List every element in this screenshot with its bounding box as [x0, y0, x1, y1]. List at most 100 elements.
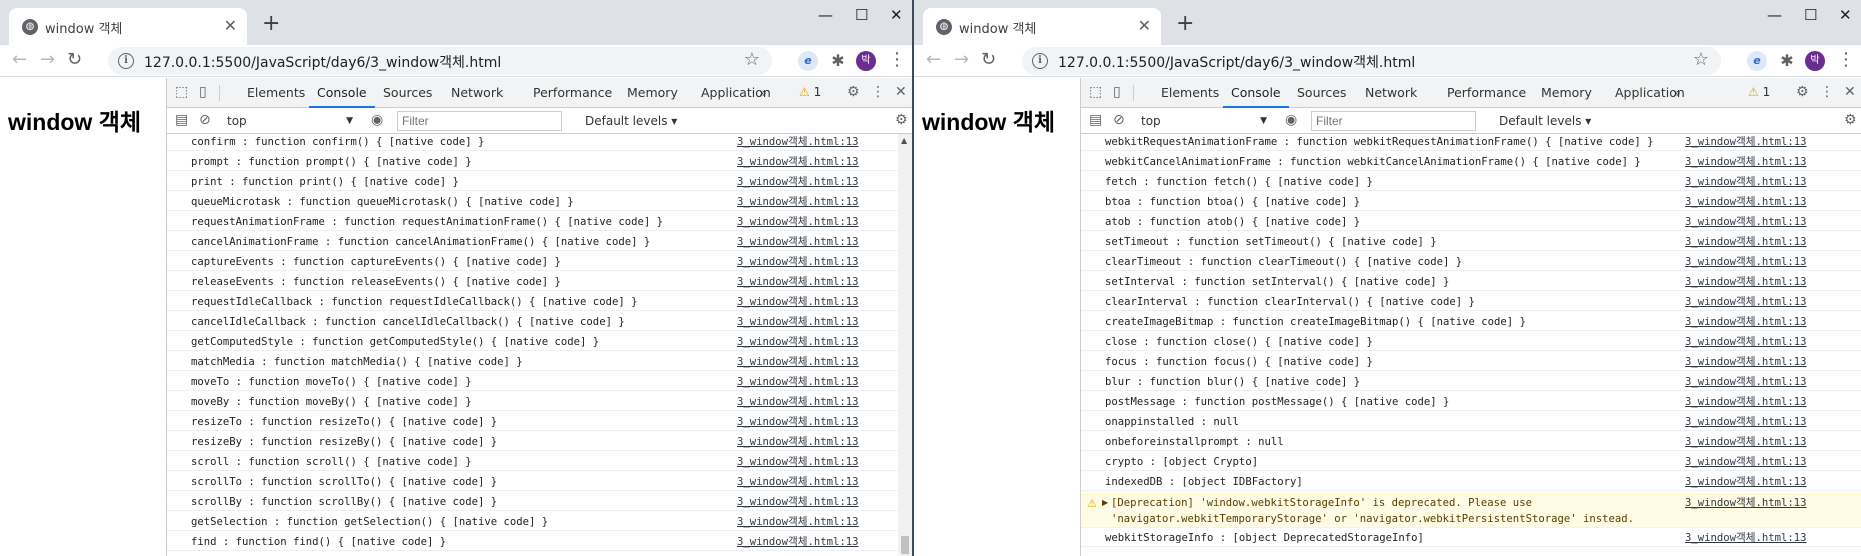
source-link[interactable]: 3_window객체.html:13	[737, 154, 859, 170]
tab-performance[interactable]: Performance	[1439, 78, 1534, 108]
source-link[interactable]: 3_window객체.html:13	[737, 514, 859, 530]
tab-network[interactable]: Network	[443, 78, 511, 108]
new-tab-button[interactable]: +	[262, 13, 280, 35]
device-toolbar-icon[interactable]: ▯	[1113, 83, 1121, 101]
source-link[interactable]: 3_window객체.html:13	[737, 234, 859, 250]
source-link[interactable]: 3_window객체.html:13	[1685, 434, 1807, 450]
close-devtools-icon[interactable]: ✕	[1844, 83, 1856, 101]
source-link[interactable]: 3_window객체.html:13	[737, 374, 859, 390]
edge-extension-icon[interactable]: e	[798, 51, 818, 71]
tab-close-icon[interactable]: ✕	[224, 17, 237, 35]
filter-input[interactable]	[397, 111, 562, 131]
devtools-menu-icon[interactable]: ⋮	[1820, 83, 1834, 101]
bookmark-star-icon[interactable]: ☆	[744, 49, 760, 71]
tab-memory[interactable]: Memory	[1533, 78, 1600, 108]
minimize-button[interactable]: —	[818, 4, 833, 26]
maximize-button[interactable]: ☐	[855, 4, 868, 26]
tab-elements[interactable]: Elements	[1153, 78, 1227, 108]
tab-close-icon[interactable]: ✕	[1138, 17, 1151, 35]
back-icon[interactable]: ←	[926, 49, 941, 71]
log-levels-select[interactable]: Default levels ▾	[585, 112, 677, 130]
puzzle-icon[interactable]: ✱	[828, 51, 848, 71]
browser-menu-icon[interactable]: ⋮	[1837, 50, 1855, 70]
source-link[interactable]: 3_window객체.html:13	[737, 134, 859, 150]
source-link[interactable]: 3_window객체.html:13	[1685, 214, 1807, 230]
source-link[interactable]: 3_window객체.html:13	[737, 454, 859, 470]
tab-console[interactable]: Console	[309, 78, 375, 108]
tab-sources[interactable]: Sources	[1289, 78, 1354, 108]
tab-memory[interactable]: Memory	[619, 78, 686, 108]
source-link[interactable]: 3_window객체.html:13	[1685, 134, 1807, 150]
browser-tab[interactable]: ◍ window 객체 ✕	[923, 8, 1161, 45]
back-icon[interactable]: ←	[12, 49, 27, 71]
source-link[interactable]: 3_window객체.html:13	[737, 414, 859, 430]
avatar[interactable]: 박	[856, 51, 876, 71]
source-link[interactable]: 3_window객체.html:13	[737, 214, 859, 230]
close-devtools-icon[interactable]: ✕	[895, 83, 907, 101]
console-sidebar-icon[interactable]: ▤	[175, 111, 188, 129]
source-link[interactable]: 3_window객체.html:13	[1685, 274, 1807, 290]
source-link[interactable]: 3_window객체.html:13	[737, 474, 859, 490]
forward-icon[interactable]: →	[954, 49, 969, 71]
settings-gear-icon[interactable]: ⚙	[1796, 83, 1809, 101]
reload-icon[interactable]: ↻	[981, 49, 996, 71]
eye-icon[interactable]: ◉	[1285, 111, 1297, 129]
source-link[interactable]: 3_window객체.html:13	[737, 194, 859, 210]
source-link[interactable]: 3_window객체.html:13	[1685, 354, 1807, 370]
source-link[interactable]: 3_window객체.html:13	[1685, 374, 1807, 390]
context-select[interactable]: top ▼	[1141, 112, 1271, 130]
clear-console-icon[interactable]: ⊘	[199, 111, 211, 129]
edge-extension-icon[interactable]: e	[1747, 51, 1767, 71]
avatar[interactable]: 박	[1805, 51, 1825, 71]
tab-elements[interactable]: Elements	[239, 78, 313, 108]
tab-network[interactable]: Network	[1357, 78, 1425, 108]
source-link[interactable]: 3_window객체.html:13	[1685, 474, 1807, 490]
source-link[interactable]: 3_window객체.html:13	[1685, 234, 1807, 250]
close-window-button[interactable]: ✕	[890, 4, 903, 26]
source-link[interactable]: 3_window객체.html:13	[1685, 174, 1807, 190]
close-window-button[interactable]: ✕	[1839, 4, 1852, 26]
source-link[interactable]: 3_window객체.html:13	[737, 274, 859, 290]
source-link[interactable]: 3_window객체.html:13	[1685, 154, 1807, 170]
bookmark-star-icon[interactable]: ☆	[1693, 49, 1709, 71]
settings-gear-icon[interactable]: ⚙	[847, 83, 860, 101]
filter-input[interactable]	[1311, 111, 1476, 131]
warning-badge[interactable]: ⚠ 1	[1748, 85, 1770, 99]
browser-tab[interactable]: ◍ window 객체 ✕	[9, 8, 247, 45]
more-tabs-icon[interactable]: »	[759, 78, 767, 108]
source-link[interactable]: 3_window객체.html:13	[1685, 314, 1807, 330]
source-link[interactable]: 3_window객체.html:13	[1685, 254, 1807, 270]
source-link[interactable]: 3_window객체.html:13	[1685, 394, 1807, 410]
puzzle-icon[interactable]: ✱	[1777, 51, 1797, 71]
source-link[interactable]: 3_window객체.html:13	[737, 334, 859, 350]
reload-icon[interactable]: ↻	[67, 49, 82, 71]
scrollbar-thumb[interactable]	[901, 536, 909, 554]
source-link[interactable]: 3_window객체.html:13	[737, 534, 859, 550]
source-link[interactable]: 3_window객체.html:13	[737, 174, 859, 190]
source-link[interactable]: 3_window객체.html:13	[737, 394, 859, 410]
eye-icon[interactable]: ◉	[371, 111, 383, 129]
maximize-button[interactable]: ☐	[1804, 4, 1817, 26]
minimize-button[interactable]: —	[1767, 4, 1782, 26]
new-tab-button[interactable]: +	[1176, 13, 1194, 35]
source-link[interactable]: 3_window객체.html:13	[1685, 294, 1807, 310]
info-icon[interactable]: i	[118, 53, 134, 69]
source-link[interactable]: 3_window객체.html:13	[1685, 334, 1807, 350]
address-bar[interactable]: i 127.0.0.1:5500/JavaScript/day6/3_windo…	[108, 47, 772, 75]
source-link[interactable]: 3_window객체.html:13	[1685, 530, 1807, 546]
log-levels-select[interactable]: Default levels ▾	[1499, 112, 1591, 130]
source-link[interactable]: 3_window객체.html:13	[737, 434, 859, 450]
console-sidebar-icon[interactable]: ▤	[1089, 111, 1102, 129]
source-link[interactable]: 3_window객체.html:13	[737, 294, 859, 310]
source-link[interactable]: 3_window객체.html:13	[737, 314, 859, 330]
info-icon[interactable]: i	[1032, 53, 1048, 69]
inspect-icon[interactable]: ⬚	[175, 83, 188, 101]
source-link[interactable]: 3_window객체.html:13	[737, 494, 859, 510]
source-link[interactable]: 3_window객체.html:13	[1685, 495, 1807, 511]
browser-menu-icon[interactable]: ⋮	[888, 50, 906, 70]
address-bar[interactable]: i 127.0.0.1:5500/JavaScript/day6/3_windo…	[1022, 47, 1721, 75]
source-link[interactable]: 3_window객체.html:13	[737, 354, 859, 370]
device-toolbar-icon[interactable]: ▯	[199, 83, 207, 101]
scroll-up-icon[interactable]: ▲	[901, 136, 907, 145]
devtools-menu-icon[interactable]: ⋮	[871, 83, 885, 101]
